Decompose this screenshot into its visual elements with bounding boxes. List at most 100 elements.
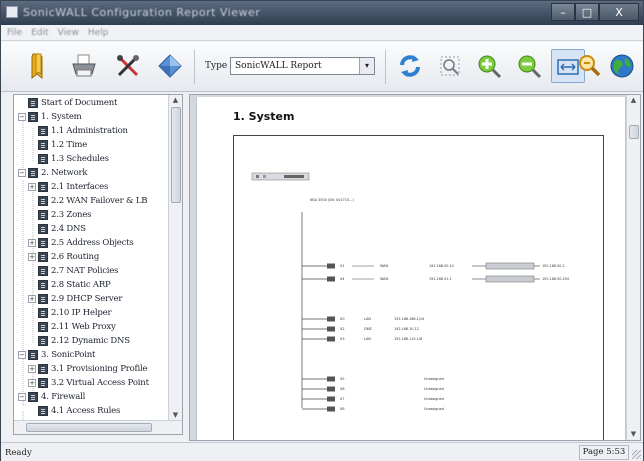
print-icon[interactable] bbox=[67, 49, 101, 83]
menu-file[interactable]: File bbox=[7, 28, 22, 38]
document-icon bbox=[38, 182, 48, 192]
tree-item[interactable]: 4.1 Access Rules bbox=[28, 404, 120, 418]
peer-ip: 192.168.50.2 bbox=[542, 264, 565, 268]
zoom-out-icon[interactable] bbox=[512, 49, 546, 83]
resize-grip-icon[interactable] bbox=[632, 450, 641, 459]
port-ip: Unassigned bbox=[424, 397, 444, 401]
tools-icon[interactable] bbox=[111, 49, 145, 83]
document-icon bbox=[38, 322, 48, 332]
zoom-fit-icon[interactable] bbox=[433, 49, 467, 83]
document-icon bbox=[38, 294, 48, 304]
scrollbar-thumb[interactable] bbox=[629, 125, 639, 139]
port-ip: 192.168.50.10 bbox=[429, 264, 454, 268]
refresh-icon[interactable] bbox=[393, 49, 427, 83]
expand-icon[interactable]: + bbox=[28, 253, 36, 261]
tree-item[interactable]: − 1. System bbox=[18, 110, 82, 124]
tree-item[interactable]: − 3. SonicPoint bbox=[18, 348, 95, 362]
collapse-icon[interactable]: − bbox=[18, 113, 26, 121]
bookmark-icon[interactable] bbox=[21, 49, 55, 83]
tree-item-label: 1. System bbox=[41, 112, 82, 122]
collapse-icon[interactable]: − bbox=[18, 351, 26, 359]
tree-horizontal-scrollbar[interactable] bbox=[14, 420, 182, 434]
tree-item[interactable]: 1.1 Administration bbox=[28, 124, 128, 138]
diamond-icon[interactable] bbox=[153, 49, 187, 83]
port-connector bbox=[327, 376, 335, 382]
tree-item[interactable]: +2.1 Interfaces bbox=[28, 180, 108, 194]
scrollbar-thumb[interactable] bbox=[171, 107, 181, 203]
expand-icon[interactable]: + bbox=[28, 365, 36, 373]
expand-icon[interactable]: + bbox=[28, 295, 36, 303]
zoom-in-icon[interactable] bbox=[472, 49, 506, 83]
scrollbar-thumb[interactable] bbox=[26, 423, 152, 432]
port-connector bbox=[327, 263, 335, 269]
tree-item[interactable]: 2.10 IP Helper bbox=[28, 306, 112, 320]
tree-item[interactable]: +3.2 Virtual Access Point bbox=[28, 376, 149, 390]
tree-item[interactable]: 2.3 Zones bbox=[28, 208, 92, 222]
tree-item[interactable]: 1.2 Time bbox=[28, 138, 87, 152]
port-ip: Unassigned bbox=[424, 407, 444, 411]
network-diagram-svg: NSA 3500 (SN: 0017C5...) X1 WAN 192.168.50… bbox=[251, 172, 569, 412]
port-ip: Unassigned bbox=[424, 377, 444, 381]
minimize-button[interactable]: – bbox=[551, 3, 575, 21]
tree-item[interactable]: 2.8 Static ARP bbox=[28, 278, 111, 292]
tree-item[interactable]: 2.7 NAT Policies bbox=[28, 264, 119, 278]
tree-item[interactable]: 2.12 Dynamic DNS bbox=[28, 334, 130, 348]
tree-item[interactable]: 2.4 DNS bbox=[28, 222, 86, 236]
expand-icon[interactable]: + bbox=[28, 379, 36, 387]
toolbar-separator bbox=[385, 50, 386, 84]
tree-item-label: 2.1 Interfaces bbox=[51, 182, 109, 192]
chevron-down-icon[interactable]: ▾ bbox=[359, 58, 374, 74]
document-icon bbox=[38, 406, 48, 416]
tree-item-label: 3. SonicPoint bbox=[41, 350, 96, 360]
tree-item[interactable]: +2.6 Routing bbox=[28, 250, 99, 264]
toolbar: Type SonicWALL Report ▾ bbox=[1, 42, 643, 92]
type-select[interactable]: SonicWALL Report ▾ bbox=[230, 57, 375, 75]
document-outline-tree[interactable]: Start of Document − 1. System 1.1 Administr… bbox=[13, 94, 183, 435]
tree-item[interactable]: +2.9 DHCP Server bbox=[28, 292, 122, 306]
maximize-button[interactable]: □ bbox=[575, 3, 599, 21]
tree-item[interactable]: +3.1 Provisioning Profile bbox=[28, 362, 148, 376]
document-icon bbox=[38, 266, 48, 276]
tree-item[interactable]: 1.3 Schedules bbox=[28, 152, 109, 166]
menu-help[interactable]: Help bbox=[88, 28, 109, 38]
tree-item[interactable]: 2.11 Web Proxy bbox=[28, 320, 116, 334]
tree-item[interactable]: +2.5 Address Objects bbox=[28, 236, 134, 250]
globe-icon[interactable] bbox=[605, 49, 639, 83]
tree-item[interactable]: − 4. Firewall bbox=[18, 390, 85, 404]
page-heading: 1. System bbox=[233, 110, 295, 123]
tree-item[interactable]: 2.2 WAN Failover & LB bbox=[28, 194, 148, 208]
scroll-up-icon[interactable]: ▲ bbox=[627, 95, 640, 106]
collapse-icon[interactable]: − bbox=[18, 393, 26, 401]
port-zone: LAN bbox=[364, 337, 371, 341]
search-icon[interactable] bbox=[573, 49, 607, 83]
document-icon bbox=[38, 252, 48, 262]
title-bar[interactable]: SonicWALL Configuration Report Viewer – … bbox=[1, 1, 643, 25]
document-icon bbox=[28, 168, 38, 178]
close-button[interactable]: X bbox=[599, 3, 639, 21]
tree-item-label: 4. Firewall bbox=[41, 392, 86, 402]
tree-vertical-scrollbar[interactable]: ▲ ▼ bbox=[168, 95, 182, 421]
expand-icon[interactable]: + bbox=[28, 183, 36, 191]
scroll-up-icon[interactable]: ▲ bbox=[169, 95, 182, 106]
expand-icon[interactable]: + bbox=[28, 239, 36, 247]
port-zone: LAN bbox=[364, 317, 371, 321]
tree-item-label: 2.6 Routing bbox=[51, 252, 100, 262]
collapse-icon[interactable]: − bbox=[18, 169, 26, 177]
menu-bar: File Edit View Help bbox=[1, 25, 643, 41]
port-name: X8 bbox=[340, 407, 344, 411]
port-ip: 192.168.10.12 bbox=[394, 327, 419, 331]
tree-item[interactable]: Start of Document bbox=[18, 96, 117, 110]
menu-edit[interactable]: Edit bbox=[31, 28, 48, 38]
menu-view[interactable]: View bbox=[58, 28, 79, 38]
port-name: X4 bbox=[340, 277, 344, 281]
document-icon bbox=[38, 280, 48, 290]
document-vertical-scrollbar[interactable]: ▲ ▼ bbox=[626, 95, 640, 440]
scroll-down-icon[interactable]: ▼ bbox=[627, 429, 640, 440]
tree-item-label: 2.2 WAN Failover & LB bbox=[51, 196, 148, 206]
tree-item-label: 2.3 Zones bbox=[51, 210, 92, 220]
tree-item[interactable]: − 2. Network bbox=[18, 166, 88, 180]
document-view[interactable]: 1. System NSA 3500 (SN: 0017C5...) X1 WAN… bbox=[189, 94, 641, 441]
tree-item-label: Start of Document bbox=[41, 98, 118, 108]
